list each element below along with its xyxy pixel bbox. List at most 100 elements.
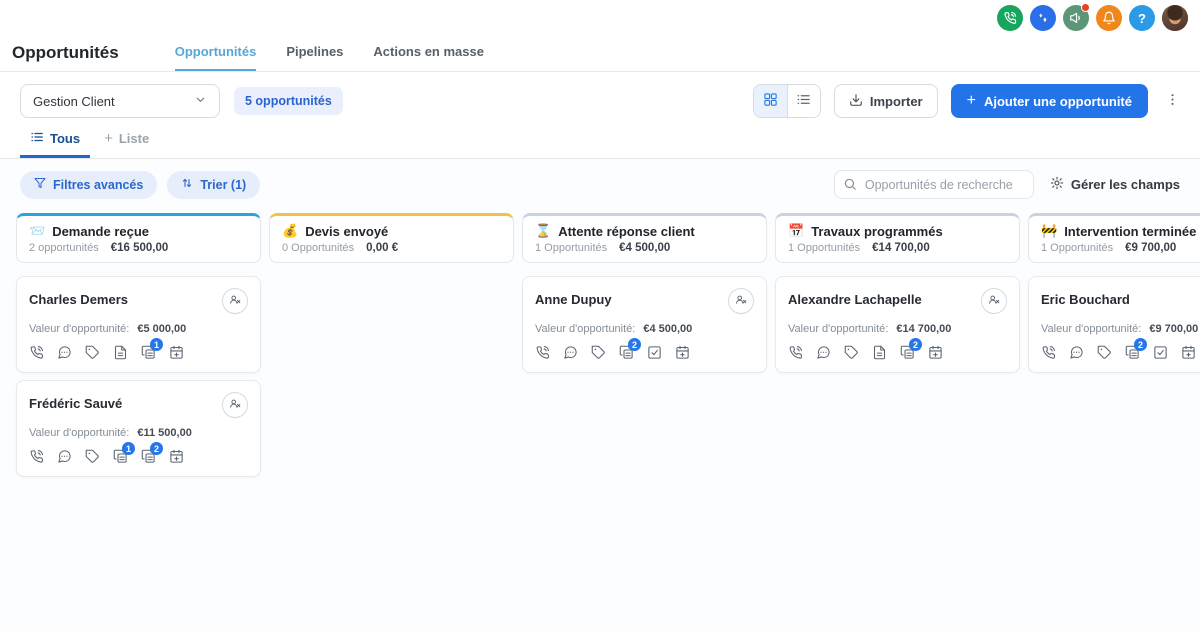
card-top-row: Alexandre Lachapelle bbox=[788, 288, 1007, 314]
document-icon[interactable] bbox=[113, 345, 128, 360]
checkbox-icon[interactable] bbox=[647, 345, 662, 360]
card-contact-name: Charles Demers bbox=[29, 292, 128, 307]
card-action-icons: 2 bbox=[535, 338, 754, 360]
calendar-icon[interactable] bbox=[1181, 345, 1196, 360]
value-label: Valeur d'opportunité: bbox=[29, 427, 130, 439]
notifications-icon[interactable] bbox=[1096, 5, 1122, 31]
advanced-filters-button[interactable]: Filtres avancés bbox=[20, 170, 158, 199]
count-badge: 2 bbox=[150, 442, 163, 455]
column-emoji-icon: 💰 bbox=[282, 223, 299, 238]
tasks-icon[interactable]: 1 bbox=[113, 442, 135, 464]
column-title-row: 📅 Travaux programmés bbox=[788, 223, 1007, 239]
sort-button[interactable]: Trier (1) bbox=[167, 170, 261, 199]
manage-fields-button[interactable]: Gérer les champs bbox=[1050, 176, 1180, 193]
kanban-column: 💰 Devis envoyé 0 Opportunités 0,00 € bbox=[269, 213, 514, 631]
column-title-row: 📨 Demande reçue bbox=[29, 223, 248, 239]
column-amount: €16 500,00 bbox=[110, 242, 169, 254]
phone-icon[interactable] bbox=[997, 5, 1023, 31]
header-tab-opportunit-s[interactable]: Opportunités bbox=[174, 44, 257, 71]
more-options-button[interactable] bbox=[1161, 88, 1184, 114]
card-action-icons: 2 bbox=[1041, 338, 1200, 360]
announcements-icon[interactable] bbox=[1063, 3, 1090, 31]
calendar-icon[interactable] bbox=[928, 345, 943, 360]
tag-icon[interactable] bbox=[844, 345, 859, 360]
phone-icon[interactable] bbox=[29, 449, 44, 464]
column-count: 2 opportunités bbox=[29, 242, 99, 254]
column-header[interactable]: ⌛ Attente réponse client 1 Opportunités €4 … bbox=[522, 213, 767, 263]
column-subtitle-row: 1 Opportunités €9 700,00 bbox=[1041, 242, 1200, 254]
assign-user-button[interactable] bbox=[981, 288, 1007, 314]
header-tab-actions-en-masse[interactable]: Actions en masse bbox=[373, 44, 484, 71]
avatar[interactable] bbox=[1162, 5, 1188, 31]
gear-icon bbox=[1050, 176, 1064, 193]
tasks-icon[interactable]: 2 bbox=[1125, 338, 1147, 360]
user-x-icon bbox=[229, 397, 242, 413]
tag-icon[interactable] bbox=[591, 345, 606, 360]
column-header[interactable]: 💰 Devis envoyé 0 Opportunités 0,00 € bbox=[269, 213, 514, 263]
comment-icon[interactable] bbox=[57, 449, 72, 464]
import-button[interactable]: Importer bbox=[833, 84, 938, 118]
column-header[interactable]: 📨 Demande reçue 2 opportunités €16 500,00 bbox=[16, 213, 261, 263]
tasks-icon[interactable]: 2 bbox=[141, 442, 163, 464]
header-tab-pipelines[interactable]: Pipelines bbox=[286, 44, 343, 71]
column-count: 1 Opportunités bbox=[788, 242, 861, 254]
manage-fields-label: Gérer les champs bbox=[1070, 177, 1180, 192]
opportunity-card[interactable]: Anne Dupuy Valeur d'opportunité: €4 500,00… bbox=[522, 276, 767, 373]
list-view-button[interactable] bbox=[786, 85, 820, 117]
tag-icon[interactable] bbox=[85, 449, 100, 464]
assign-user-button[interactable] bbox=[222, 392, 248, 418]
assign-user-button[interactable] bbox=[728, 288, 754, 314]
column-header[interactable]: 🚧 Intervention terminée 1 Opportunités €9 7… bbox=[1028, 213, 1200, 263]
comment-icon[interactable] bbox=[816, 345, 831, 360]
tag-icon[interactable] bbox=[1097, 345, 1112, 360]
column-title: Demande reçue bbox=[52, 223, 150, 239]
comment-icon[interactable] bbox=[1069, 345, 1084, 360]
checkbox-icon[interactable] bbox=[1153, 345, 1168, 360]
opportunity-card[interactable]: Eric Bouchard Valeur d'opportunité: €9 700… bbox=[1028, 276, 1200, 373]
shortcuts-icon[interactable] bbox=[1030, 5, 1056, 31]
comment-icon[interactable] bbox=[57, 345, 72, 360]
page-title: Opportunités bbox=[12, 43, 119, 62]
tab-tous[interactable]: Tous bbox=[20, 130, 91, 158]
phone-icon[interactable] bbox=[788, 345, 803, 360]
phone-icon[interactable] bbox=[535, 345, 550, 360]
tasks-icon[interactable]: 2 bbox=[619, 338, 641, 360]
card-contact-name: Anne Dupuy bbox=[535, 292, 612, 307]
user-x-icon bbox=[229, 293, 242, 309]
pipeline-select[interactable]: Gestion Client bbox=[20, 84, 220, 118]
count-badge: 1 bbox=[122, 442, 135, 455]
column-title-row: 💰 Devis envoyé bbox=[282, 223, 501, 239]
advanced-filters-label: Filtres avancés bbox=[53, 177, 144, 192]
phone-icon[interactable] bbox=[1041, 345, 1056, 360]
column-count: 1 Opportunités bbox=[535, 242, 608, 254]
tab-add-liste[interactable]: + Liste bbox=[94, 130, 159, 158]
opportunity-card[interactable]: Frédéric Sauvé Valeur d'opportunité: €11 5… bbox=[16, 380, 261, 477]
search-input[interactable] bbox=[833, 170, 1034, 199]
calendar-icon[interactable] bbox=[169, 449, 184, 464]
phone-icon[interactable] bbox=[29, 345, 44, 360]
tasks-icon[interactable]: 2 bbox=[900, 338, 922, 360]
header-tabs: Opportunités Pipelines Actions en masse bbox=[174, 44, 484, 71]
kanban-column: 🚧 Intervention terminée 1 Opportunités €9 7… bbox=[1028, 213, 1200, 631]
document-icon[interactable] bbox=[872, 345, 887, 360]
card-action-icons: 12 bbox=[29, 442, 248, 464]
opportunity-card[interactable]: Charles Demers Valeur d'opportunité: €5 00… bbox=[16, 276, 261, 373]
help-icon[interactable]: ? bbox=[1129, 5, 1155, 31]
calendar-icon[interactable] bbox=[169, 345, 184, 360]
add-opportunity-button[interactable]: + Ajouter une opportunité bbox=[950, 84, 1148, 118]
count-badge: 2 bbox=[909, 338, 922, 351]
column-cards: Anne Dupuy Valeur d'opportunité: €4 500,00… bbox=[522, 276, 767, 373]
comment-icon[interactable] bbox=[563, 345, 578, 360]
tasks-icon[interactable]: 1 bbox=[141, 338, 163, 360]
calendar-icon[interactable] bbox=[675, 345, 690, 360]
column-header[interactable]: 📅 Travaux programmés 1 Opportunités €14 700… bbox=[775, 213, 1020, 263]
column-title-row: ⌛ Attente réponse client bbox=[535, 223, 754, 239]
tag-icon[interactable] bbox=[85, 345, 100, 360]
grid-view-button[interactable] bbox=[753, 85, 787, 117]
card-action-icons: 2 bbox=[788, 338, 1007, 360]
column-emoji-icon: 📅 bbox=[788, 223, 805, 238]
assign-user-button[interactable] bbox=[222, 288, 248, 314]
download-icon bbox=[849, 93, 863, 110]
opportunity-card[interactable]: Alexandre Lachapelle Valeur d'opportunité… bbox=[775, 276, 1020, 373]
kebab-icon bbox=[1165, 94, 1180, 110]
